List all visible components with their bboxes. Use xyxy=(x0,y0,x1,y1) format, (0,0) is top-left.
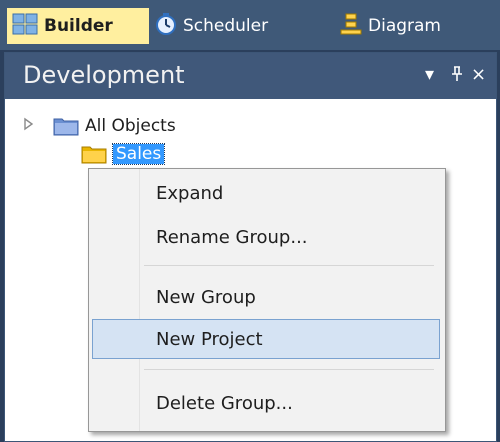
menu-item-delete-group[interactable]: Delete Group... xyxy=(92,383,440,423)
clock-icon xyxy=(155,12,177,40)
tree-item-label: All Objects xyxy=(85,116,176,136)
pane-dropdown-icon[interactable]: ▾ xyxy=(425,65,434,85)
pane-title: Development xyxy=(23,61,185,89)
tree-item-label: Sales xyxy=(111,143,166,165)
diagram-icon xyxy=(340,13,362,40)
tab-builder[interactable]: Builder xyxy=(7,8,149,44)
menu-item-new-group[interactable]: New Group xyxy=(92,277,440,317)
pane-header: Development ▾ × xyxy=(5,53,496,99)
builder-grid-icon xyxy=(12,13,38,40)
menu-item-label: New Project xyxy=(156,328,263,350)
menu-item-label: Rename Group... xyxy=(156,226,308,248)
menu-item-label: Delete Group... xyxy=(156,392,293,414)
tab-diagram-label: Diagram xyxy=(368,16,441,36)
tab-scheduler-label: Scheduler xyxy=(183,16,269,36)
close-icon[interactable]: × xyxy=(471,65,486,85)
menu-separator xyxy=(144,265,434,266)
folder-blue-icon xyxy=(53,116,79,136)
pin-icon[interactable] xyxy=(451,66,463,87)
menu-item-label: New Group xyxy=(156,286,256,308)
tab-builder-label: Builder xyxy=(44,16,113,36)
menu-item-expand[interactable]: Expand xyxy=(92,173,440,213)
menu-item-new-project[interactable]: New Project xyxy=(92,319,440,359)
context-menu: Expand Rename Group... New Group New Pro… xyxy=(88,168,446,432)
tab-diagram[interactable]: Diagram xyxy=(335,8,495,44)
menu-item-rename-group[interactable]: Rename Group... xyxy=(92,217,440,257)
menu-item-label: Expand xyxy=(156,182,224,204)
tree-item-sales[interactable]: Sales xyxy=(81,141,166,167)
document-tab-strip: Builder Scheduler Diagram xyxy=(0,0,500,50)
expand-arrow-icon[interactable] xyxy=(23,116,53,136)
folder-yellow-icon xyxy=(81,144,107,164)
tree-item-all-objects[interactable]: All Objects xyxy=(23,113,176,139)
tab-scheduler[interactable]: Scheduler xyxy=(150,8,300,44)
menu-separator xyxy=(144,369,434,370)
